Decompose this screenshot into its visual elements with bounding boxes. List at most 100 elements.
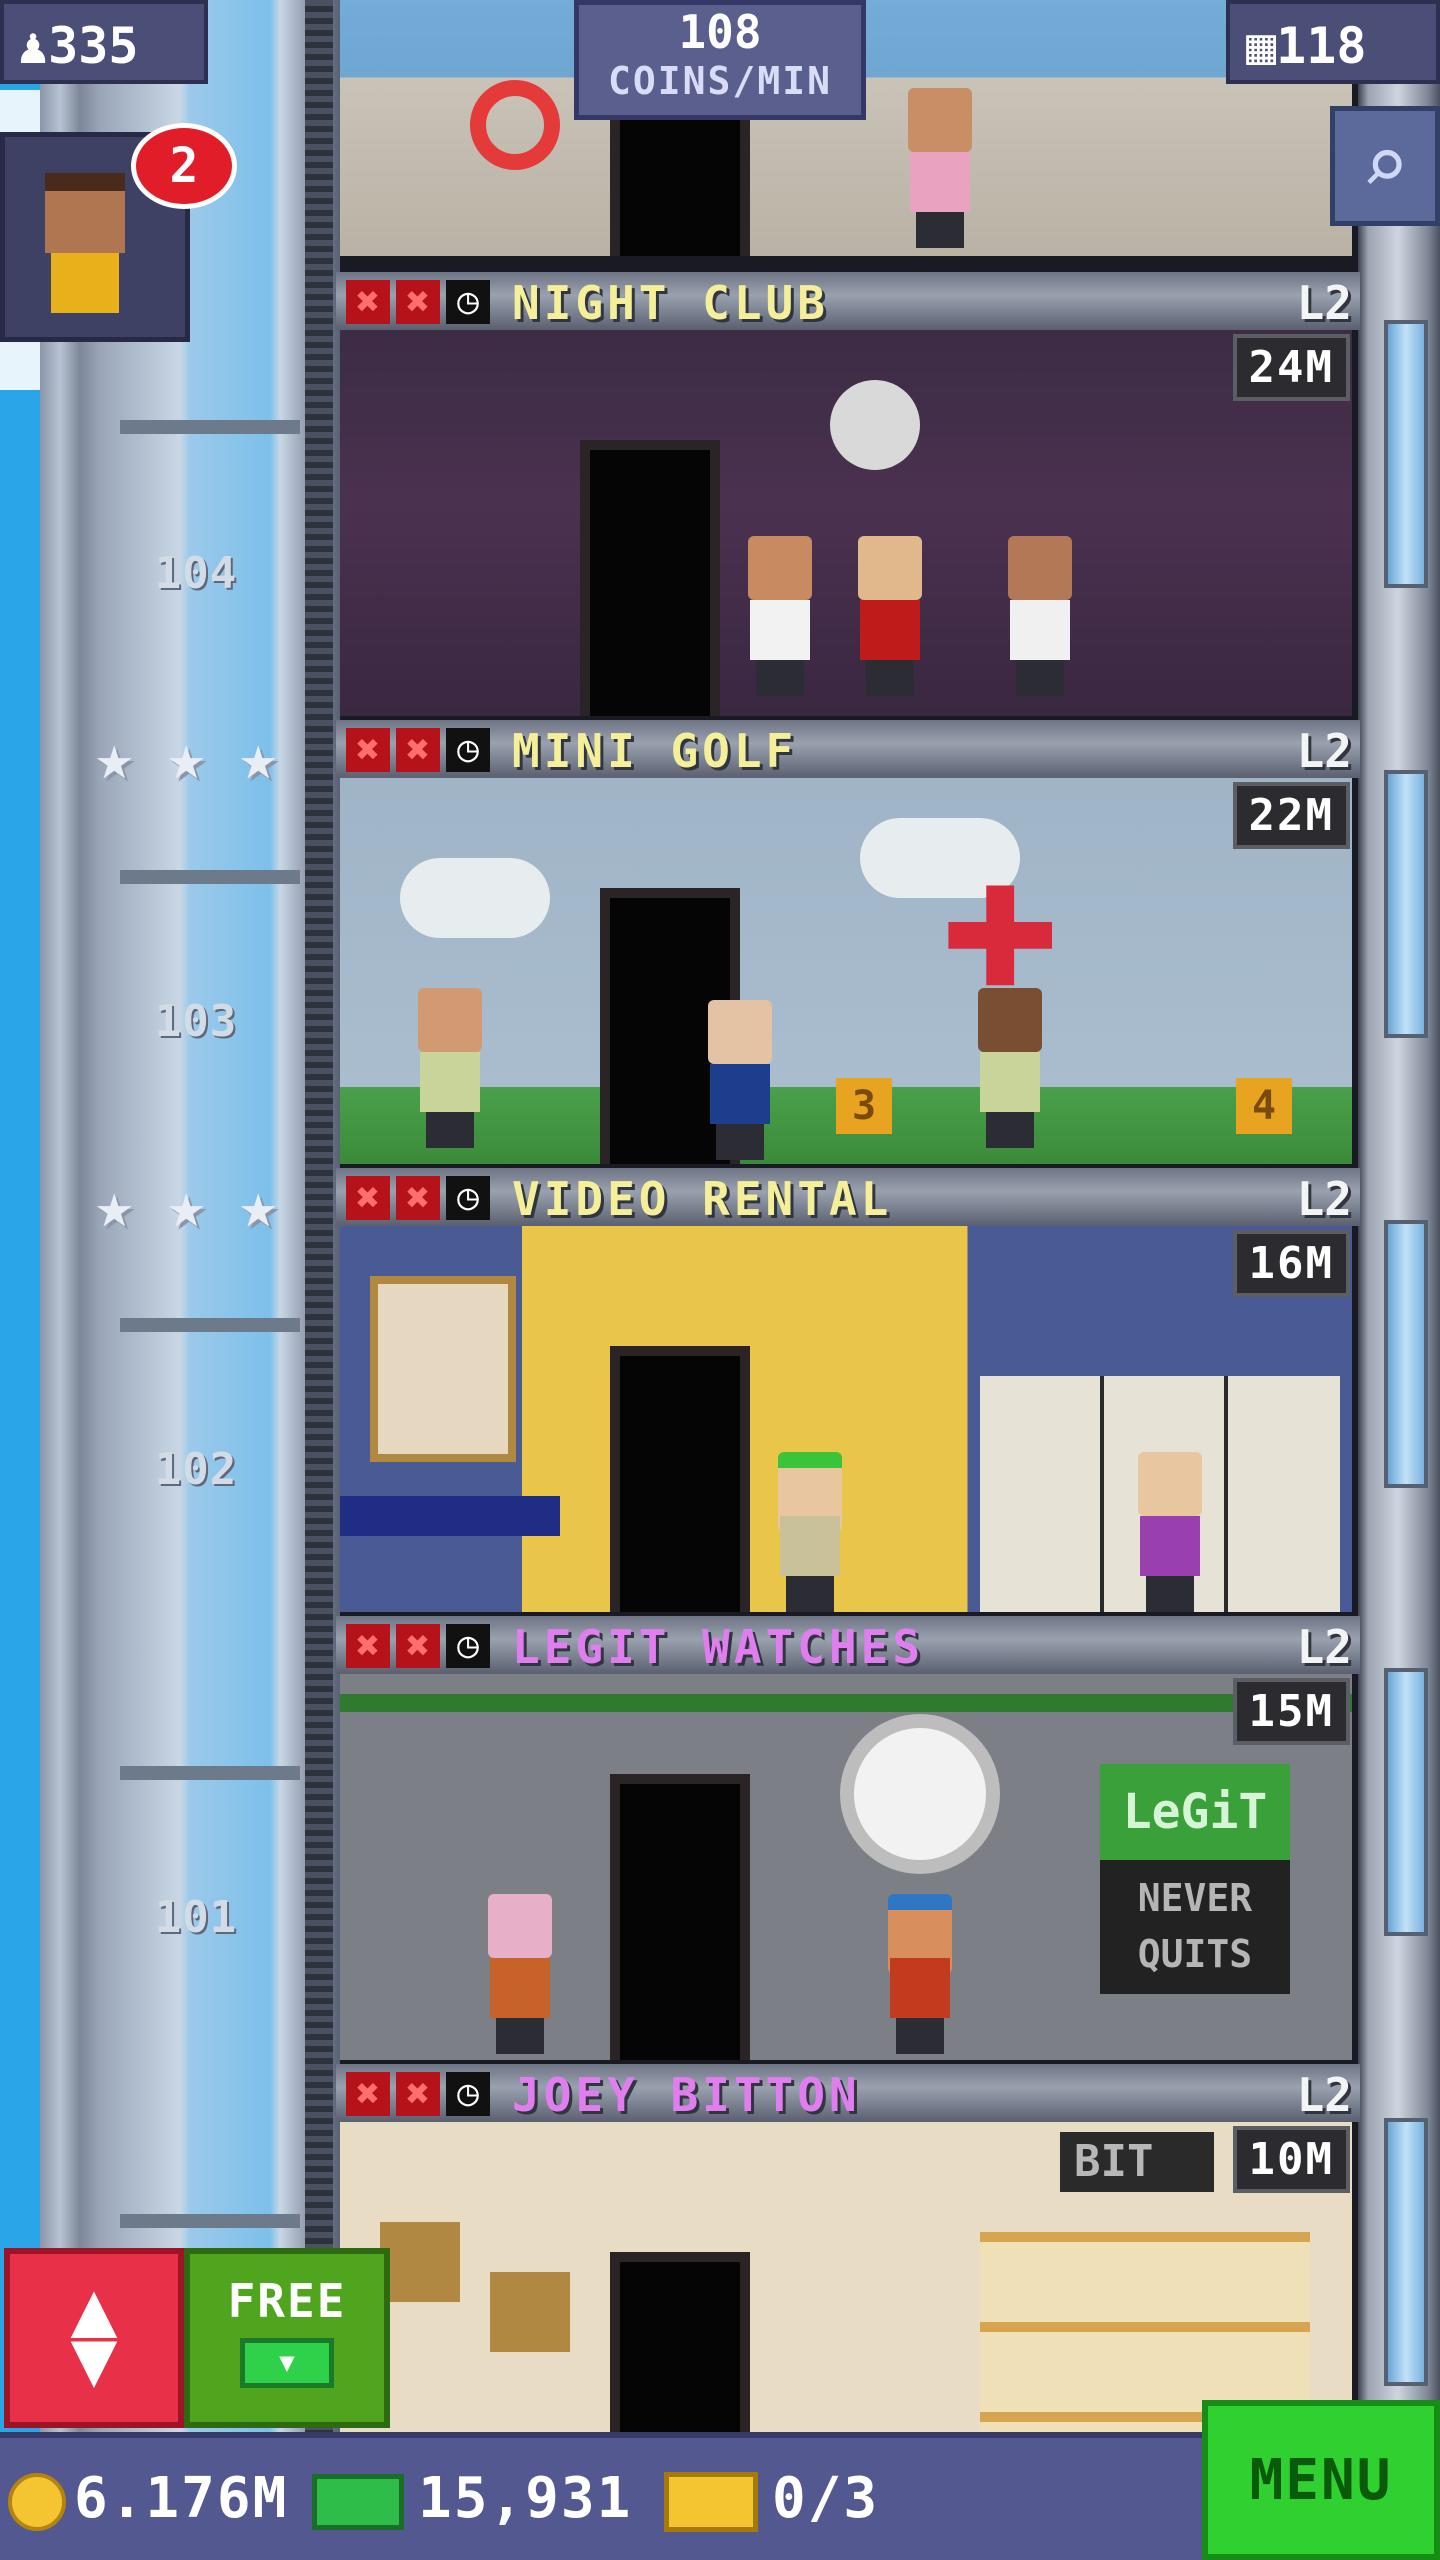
empty-slot-icon: ✖ (346, 1624, 390, 1668)
disco-ball (830, 380, 920, 470)
star-icon: ★ (167, 721, 206, 795)
visitor-avatar-head (45, 173, 125, 253)
floor-status-icons: ✖ ✖ ◷ (346, 1624, 490, 1668)
floor-status-icons: ✖ ✖ ◷ (346, 2072, 490, 2116)
room-door (610, 1774, 750, 2060)
coins-per-minute[interactable]: 108 COINS/MIN (574, 0, 866, 120)
floor-level: L2 (1296, 1620, 1352, 1674)
facade-divider (120, 1318, 300, 1332)
wall-frame (490, 2272, 570, 2352)
tenant-character[interactable] (740, 536, 820, 696)
golf-hole-sign: 4 (1236, 1078, 1292, 1134)
star-icon: ★ (95, 1169, 134, 1243)
bux-icon: ▼ (240, 2338, 334, 2388)
floor-level: L2 (1296, 276, 1352, 330)
floor-legit-watches[interactable]: ✖ ✖ ◷ LEGIT WATCHES L2 LeGiT NEVER QUITS… (336, 1616, 1360, 2063)
stock-amount: 24M (1232, 334, 1350, 401)
floor-level: L2 (1296, 724, 1352, 778)
person-icon: ♟ (18, 17, 49, 75)
free-bux-button[interactable]: FREE ▼ (184, 2248, 390, 2428)
population-counter[interactable]: ♟335 (0, 0, 208, 84)
floor-number: 104 (154, 548, 238, 599)
facade-window (1384, 770, 1428, 1038)
tenant-character[interactable] (700, 1000, 780, 1160)
bux-value: 15,931 (418, 2466, 633, 2531)
tenant-character[interactable] (770, 1452, 850, 1612)
stock-amount: 15M (1232, 1678, 1350, 1745)
up-down-arrows-icon: ▲ ▼ (70, 2264, 118, 2404)
tenant-character[interactable] (1130, 1452, 1210, 1612)
life-ring-icon (470, 80, 560, 170)
floor-level: L2 (1296, 2068, 1352, 2122)
empty-slot-icon: ✖ (396, 1624, 440, 1668)
room-door (610, 1346, 750, 1612)
floor-status-icons: ✖ ✖ ◷ (346, 280, 490, 324)
counter (340, 1496, 560, 1536)
floor-name: MINI GOLF (512, 724, 798, 778)
floor-count-value: 118 (1276, 17, 1367, 75)
tenant-character[interactable] (410, 988, 490, 1148)
floor-level: L2 (1296, 1172, 1352, 1226)
tickets-display[interactable]: 0/3 (664, 2438, 879, 2560)
floor-number: 103 (154, 996, 238, 1047)
empty-slot-icon: ✖ (396, 2072, 440, 2116)
clock-icon: ◷ (446, 2072, 490, 2116)
empty-slot-icon: ✖ (346, 2072, 390, 2116)
wall-stripe (340, 1694, 1352, 1712)
elevator-shaft[interactable] (305, 0, 333, 2450)
visitor-button[interactable]: 2 (0, 123, 237, 342)
star-rating: ★ ★ ★ (95, 1174, 305, 1238)
store-sign: BIT (1060, 2132, 1214, 2192)
empty-slot-icon: ✖ (346, 728, 390, 772)
tenant-character[interactable] (970, 988, 1050, 1148)
floor-status-icons: ✖ ✖ ◷ (346, 1176, 490, 1220)
magnifier-icon[interactable]: ⌕ (1330, 106, 1440, 226)
floor-name: VIDEO RENTAL (512, 1172, 893, 1226)
legit-slogan: NEVER (1137, 1876, 1253, 1920)
bux-display[interactable]: 15,931 (312, 2438, 632, 2560)
clock-icon: ◷ (446, 1624, 490, 1668)
empty-slot-icon: ✖ (396, 280, 440, 324)
floor-video-rental[interactable]: ✖ ✖ ◷ VIDEO RENTAL L2 16M (336, 1168, 1360, 1615)
star-rating: ★ ★ ★ (95, 726, 305, 790)
menu-button[interactable]: MENU (1202, 2400, 1440, 2560)
movie-poster (370, 1276, 516, 1462)
tenant-character[interactable] (850, 536, 930, 696)
elevator-button[interactable]: ▲ ▼ (4, 2248, 184, 2428)
floor-mini-golf[interactable]: ✖ ✖ ◷ MINI GOLF L2 ✚ 3 4 22M (336, 720, 1360, 1167)
stock-amount: 22M (1232, 782, 1350, 849)
legit-sign: LeGiT NEVER QUITS (1100, 1764, 1290, 1994)
facade-window (1384, 1668, 1428, 1936)
visitor-avatar-body (51, 253, 119, 313)
coins-per-minute-unit: COINS/MIN (608, 59, 832, 103)
floor-number: 102 (154, 1444, 238, 1495)
golf-hole-sign: 3 (836, 1078, 892, 1134)
stock-amount: 10M (1232, 2126, 1350, 2193)
empty-slot-icon: ✖ (396, 1176, 440, 1220)
facade-window (1384, 2118, 1428, 2386)
tickets-value: 0/3 (772, 2466, 880, 2531)
building-icon: ▦ (1246, 17, 1277, 75)
tenant-character[interactable] (480, 1894, 560, 2054)
room-scene (340, 1226, 1352, 1612)
clock-icon: ◷ (446, 280, 490, 324)
coins-per-minute-value: 108 (678, 5, 762, 59)
population-value: 335 (48, 17, 139, 75)
coins-value: 6.176M (74, 2466, 289, 2531)
cloud-decor (400, 858, 550, 938)
tenant-character[interactable] (1000, 536, 1080, 696)
coin-icon (8, 2472, 66, 2531)
facade-window (1384, 320, 1428, 588)
floor-counter[interactable]: ▦118 (1226, 0, 1440, 84)
tenant-character[interactable] (880, 1894, 960, 2054)
empty-slot-icon: ✖ (346, 1176, 390, 1220)
tenant-character[interactable] (900, 88, 980, 248)
floor-night-club[interactable]: ✖ ✖ ◷ NIGHT CLUB L2 24M (336, 272, 1360, 719)
legit-logo: LeGiT (1100, 1764, 1290, 1860)
clock-display-icon (840, 1714, 1000, 1874)
facade-window (1384, 1220, 1428, 1488)
floor-status-icons: ✖ ✖ ◷ (346, 728, 490, 772)
star-icon: ★ (239, 721, 278, 795)
coins-display[interactable]: 6.176M (8, 2438, 288, 2560)
clock-icon: ◷ (446, 728, 490, 772)
